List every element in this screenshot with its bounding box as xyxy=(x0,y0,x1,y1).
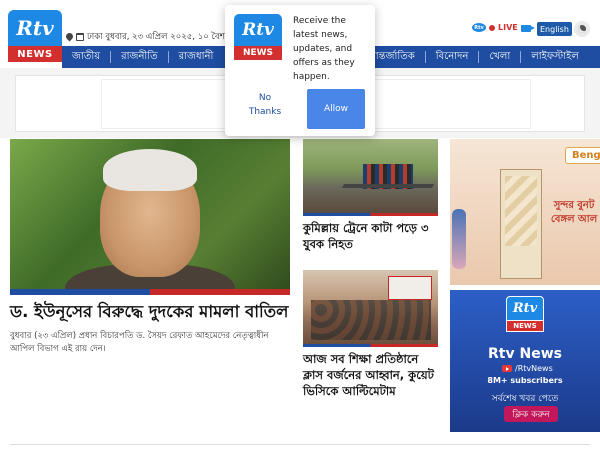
lead-story-title[interactable]: ড. ইউনূসের বিরুদ্ধে দুদকের মামলা বাতিল xyxy=(10,301,300,323)
location-pin-icon xyxy=(66,33,73,42)
nav-item-national[interactable]: জাতীয় xyxy=(62,51,112,63)
nav-item-lifestyle[interactable]: লাইফস্টাইল xyxy=(521,51,589,63)
live-label: LIVE xyxy=(498,23,518,32)
site-logo[interactable]: Rtv NEWS xyxy=(8,10,62,62)
logo-rtv-text: Rtv xyxy=(8,10,62,46)
story-strip xyxy=(303,344,438,347)
story-image[interactable] xyxy=(303,139,438,213)
notification-prompt: Rtv NEWS Receive the latest news, update… xyxy=(225,5,375,136)
live-logo-icon: Rtv xyxy=(472,23,486,32)
ad-tagline: সর্বশেষ খবর পেতে xyxy=(491,394,559,404)
calendar-icon xyxy=(76,33,84,41)
popup-logo-rtv-text: Rtv xyxy=(234,14,282,46)
ad-logo-rtv-text: Rtv xyxy=(506,296,544,321)
lead-story-image[interactable] xyxy=(10,139,290,294)
live-button[interactable]: Rtv LIVE xyxy=(472,23,518,32)
youtube-icon xyxy=(502,365,512,372)
divider xyxy=(10,444,590,445)
rtv-youtube-ad[interactable]: Rtv NEWS Rtv News /RtvNews 8M+ subscribe… xyxy=(450,290,600,432)
ad-tagline: সুন্দর বুনট বেঙ্গল আল xyxy=(550,200,598,225)
date-line: ঢাকা বুধবার, ২৩ এপ্রিল ২০২৫, ১০ বৈশাখ xyxy=(66,30,233,44)
nav-item-entertainment[interactable]: বিনোদন xyxy=(426,51,480,63)
story-card[interactable]: কুমিল্লায় ট্রেনে কাটা পড়ে ৩ যুবক নিহত xyxy=(303,139,438,252)
nav-item-politics[interactable]: রাজনীতি xyxy=(111,51,169,63)
story-strip xyxy=(303,213,438,216)
ad-rtv-logo: Rtv NEWS xyxy=(506,296,544,334)
nav-left-group: জাতীয় রাজনীতি রাজধানী xyxy=(62,46,223,68)
logo-news-text: NEWS xyxy=(8,46,62,62)
no-thanks-button[interactable]: No Thanks xyxy=(243,91,287,119)
english-button[interactable]: English xyxy=(537,22,572,36)
vase-image xyxy=(452,209,466,269)
popup-logo-news-text: NEWS xyxy=(234,46,282,60)
click-here-button[interactable]: ক্লিক করুন xyxy=(504,406,558,422)
youtube-handle: /RtvNews xyxy=(502,364,553,373)
youtube-handle-text: /RtvNews xyxy=(515,364,553,373)
video-icon[interactable] xyxy=(521,25,535,32)
ad-brand-label: Beng xyxy=(565,147,600,164)
date-text: ঢাকা বুধবার, ২৩ এপ্রিল ২০২৫, ১০ বৈশাখ xyxy=(87,32,233,42)
story-title[interactable]: কুমিল্লায় ট্রেনে কাটা পড়ে ৩ যুবক নিহত xyxy=(303,220,438,252)
dark-mode-toggle[interactable] xyxy=(574,21,590,37)
popup-message: Receive the latest news, updates, and of… xyxy=(293,16,355,82)
lead-story-summary: বুধবার (২৩ এপ্রিল) প্রধান বিচারপতি ড. সৈ… xyxy=(10,331,269,354)
subscriber-count: 8M+ subscribers xyxy=(487,376,563,385)
nav-item-capital[interactable]: রাজধানী xyxy=(169,51,224,63)
ad-title: Rtv News xyxy=(488,346,562,362)
nav-right-group: আন্তর্জাতিক বিনোদন খেলা লাইফস্টাইল xyxy=(357,46,589,68)
nav-item-sports[interactable]: খেলা xyxy=(479,51,522,63)
story-image[interactable] xyxy=(303,270,438,344)
story-card[interactable]: আজ সব শিক্ষা প্রতিষ্ঠানে ক্লাস বর্জনের আ… xyxy=(303,270,438,399)
ad-logo-news-text: NEWS xyxy=(506,321,544,332)
furniture-ad[interactable]: Beng সুন্দর বুনট বেঙ্গল আল xyxy=(450,139,600,285)
cabinet-image xyxy=(500,169,542,279)
live-dot-icon xyxy=(489,24,495,31)
lead-image-strip xyxy=(10,289,290,295)
main-content: ড. ইউনূসের বিরুদ্ধে দুদকের মামলা বাতিল ব… xyxy=(0,138,600,450)
popup-logo: Rtv NEWS xyxy=(234,14,282,62)
allow-button[interactable]: Allow xyxy=(307,89,365,129)
story-title[interactable]: আজ সব শিক্ষা প্রতিষ্ঠানে ক্লাস বর্জনের আ… xyxy=(303,351,438,399)
